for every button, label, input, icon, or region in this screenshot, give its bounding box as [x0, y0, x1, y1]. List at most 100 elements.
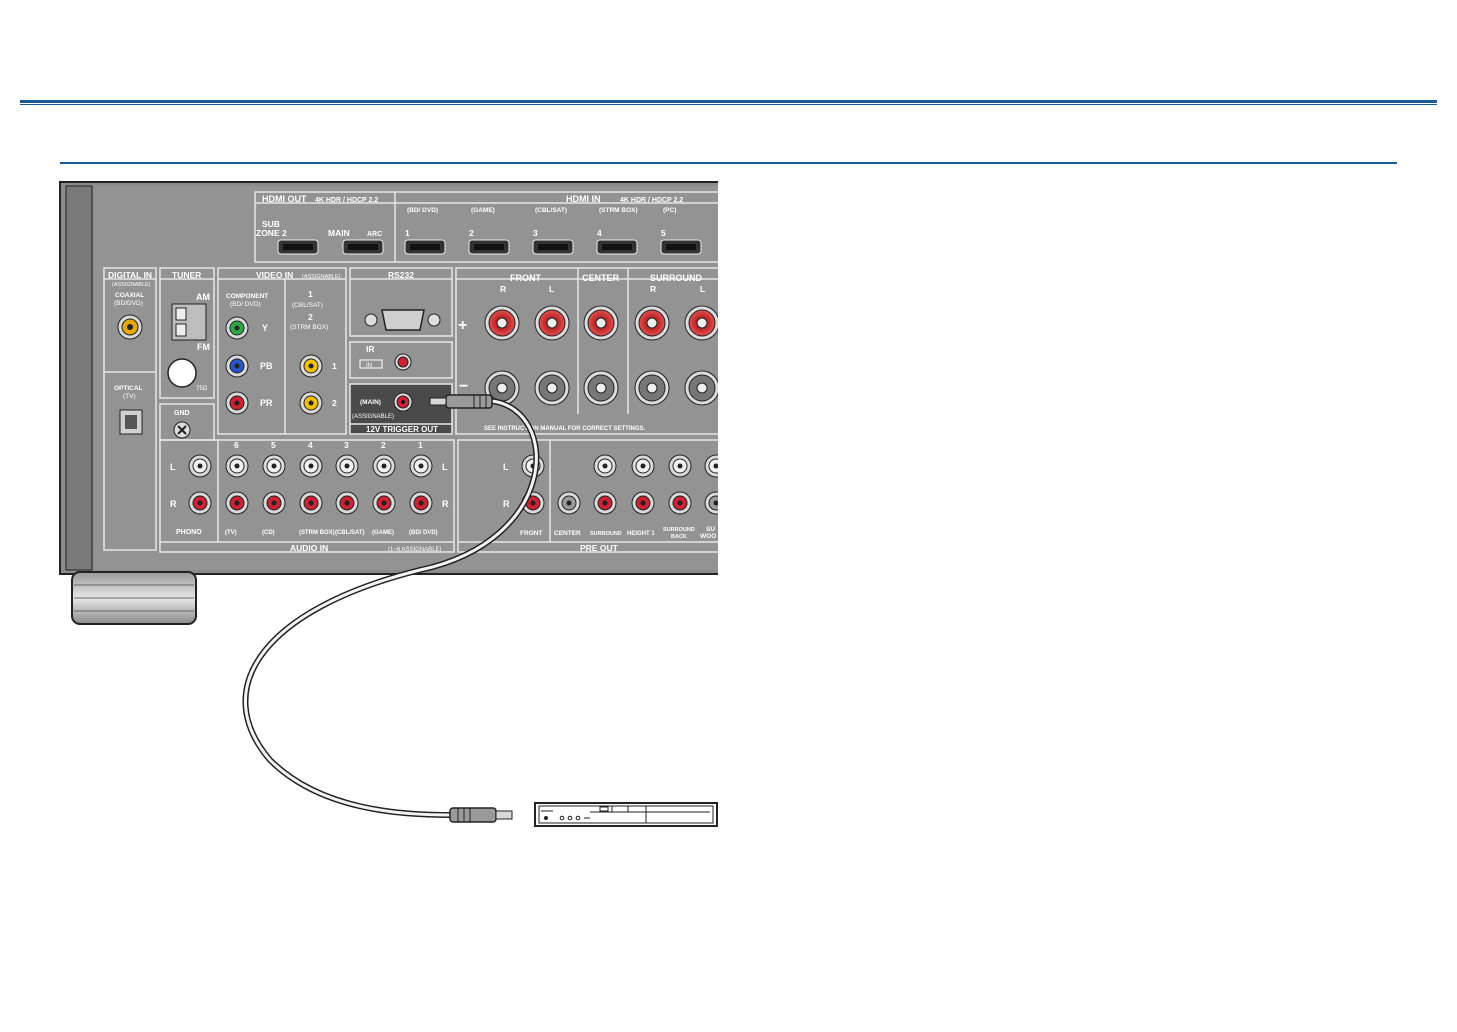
audio-in-r-jack — [409, 491, 433, 515]
rs232-title: RS232 — [388, 270, 414, 280]
hdmi-in-port — [596, 239, 638, 255]
video-in-title: VIDEO IN — [256, 270, 293, 280]
audio-in-r-right: R — [442, 499, 449, 509]
mini-plug-device-end — [449, 807, 513, 823]
hdmi-out-main-label: MAIN — [328, 228, 350, 238]
pre-out-l-jack — [704, 454, 718, 478]
audio-in-number: 5 — [271, 440, 276, 450]
pre-out-r-jack — [631, 491, 655, 515]
pre-out-r-jack — [668, 491, 692, 515]
component-label: COMPONENT — [226, 293, 268, 300]
external-device — [534, 802, 718, 827]
speaker-post-positive — [484, 305, 520, 341]
pre-out-front-label: FRONT — [520, 530, 542, 537]
audio-in-source: (GAME) — [372, 530, 394, 536]
audio-in-l-left: L — [170, 462, 176, 472]
audio-in-number: 2 — [381, 440, 386, 450]
component-pr-label: PR — [260, 398, 273, 408]
speaker-surround-r: R — [650, 284, 656, 294]
video-in-1-source: (CBL/SAT) — [292, 302, 323, 309]
trigger-main-label: (MAIN) — [360, 399, 381, 406]
ir-title: IR — [366, 344, 375, 354]
audio-in-number: 1 — [418, 440, 423, 450]
hdmi-out-main-port — [342, 239, 384, 255]
pre-out-r-jack — [704, 491, 718, 515]
ir-in-jack — [394, 353, 412, 371]
optical-jack — [119, 409, 143, 435]
hdmi-in-port — [404, 239, 446, 255]
hdmi-in-title: HDMI IN — [566, 194, 601, 204]
component-pb-label: PB — [260, 361, 273, 371]
pre-out-r: R — [503, 499, 510, 509]
audio-in-r-jack — [299, 491, 323, 515]
fm-jack — [167, 358, 197, 388]
hdmi-in-port-number: 3 — [533, 228, 538, 238]
audio-in-number: 6 — [234, 440, 239, 450]
audio-in-l-jack — [372, 454, 396, 478]
hdmi-out-spec: 4K HDR / HDCP 2.2 — [315, 197, 378, 204]
pre-out-center-label: CENTER — [554, 530, 581, 537]
gnd-label: GND — [174, 410, 190, 417]
component-pr-jack — [225, 391, 249, 415]
speaker-front-r: R — [500, 284, 506, 294]
hdmi-in-port — [532, 239, 574, 255]
audio-in-source: (STRM BOX) — [299, 530, 335, 536]
audio-in-l-jack — [299, 454, 323, 478]
connection-diagram: HDMI OUT 4K HDR / HDCP 2.2 SUB ZONE 2 MA… — [59, 181, 718, 827]
component-source: (BD/ DVD) — [230, 301, 261, 308]
speaker-post-negative — [684, 370, 718, 406]
audio-in-source: (CD) — [262, 530, 275, 536]
tuner-am-label: AM — [196, 292, 210, 302]
audio-in-r-jack — [262, 491, 286, 515]
hdmi-in-port — [660, 239, 702, 255]
speaker-surround-label: SURROUND — [650, 273, 703, 283]
speaker-center-label: CENTER — [582, 273, 620, 283]
speaker-post-negative — [634, 370, 670, 406]
tuner-ohm-label: 75Ω — [196, 386, 208, 392]
audio-in-l-jack — [262, 454, 286, 478]
pre-out-sub-label-2: WOO — [700, 533, 716, 540]
speaker-post-positive — [583, 305, 619, 341]
hdmi-in-port-number: 4 — [597, 228, 602, 238]
audio-in-l-jack — [409, 454, 433, 478]
optical-source: (TV) — [123, 393, 136, 400]
speaker-post-positive — [534, 305, 570, 341]
audio-in-source: (BD/ DVD) — [409, 530, 438, 536]
hdmi-in-spec: 4K HDR / HDCP 2.2 — [620, 197, 683, 204]
video-in-1-label: 1 — [308, 289, 313, 299]
speaker-post-negative — [534, 370, 570, 406]
phono-label: PHONO — [176, 529, 202, 536]
pre-out-l-jack — [593, 454, 617, 478]
phono-l-jack — [188, 454, 212, 478]
hdmi-in-port-number: 5 — [661, 228, 666, 238]
hdmi-in-port-number: 1 — [405, 228, 410, 238]
speaker-surround-l: L — [700, 284, 705, 294]
speaker-front-l: L — [549, 284, 554, 294]
coaxial-label: COAXIAL — [115, 292, 144, 299]
audio-in-source: (CBL/SAT) — [335, 530, 365, 536]
audio-in-number: 4 — [308, 440, 313, 450]
audio-in-l-right: L — [442, 462, 448, 472]
coaxial-source: (BD/DVD) — [114, 300, 143, 307]
speaker-post-positive — [634, 305, 670, 341]
phono-r-jack — [188, 491, 212, 515]
component-y-label: Y — [262, 323, 268, 333]
audio-in-l-jack — [335, 454, 359, 478]
pre-out-sback-label-2: BACK — [671, 534, 687, 540]
audio-in-l-jack — [225, 454, 249, 478]
audio-in-source: (TV) — [225, 530, 237, 536]
hdmi-out-zone2-label: ZONE 2 — [256, 228, 287, 238]
speaker-front-label: FRONT — [510, 273, 541, 283]
audio-in-r-jack — [225, 491, 249, 515]
digital-in-title: DIGITAL IN — [108, 270, 152, 280]
trigger-title: 12V TRIGGER OUT — [366, 425, 438, 434]
hdmi-in-port-name: (STRM BOX) — [599, 207, 638, 214]
pre-out-l-jack — [631, 454, 655, 478]
digital-in-assignable: (ASSIGNABLE) — [112, 282, 151, 288]
audio-in-title: AUDIO IN — [290, 543, 328, 553]
video-jack-1-label: 1 — [332, 361, 337, 371]
audio-in-range: (1~6 ASSIGNABLE) — [388, 547, 442, 553]
pre-out-r-jack — [593, 491, 617, 515]
receiver-foot — [71, 571, 197, 625]
hdmi-out-title: HDMI OUT — [262, 194, 307, 204]
